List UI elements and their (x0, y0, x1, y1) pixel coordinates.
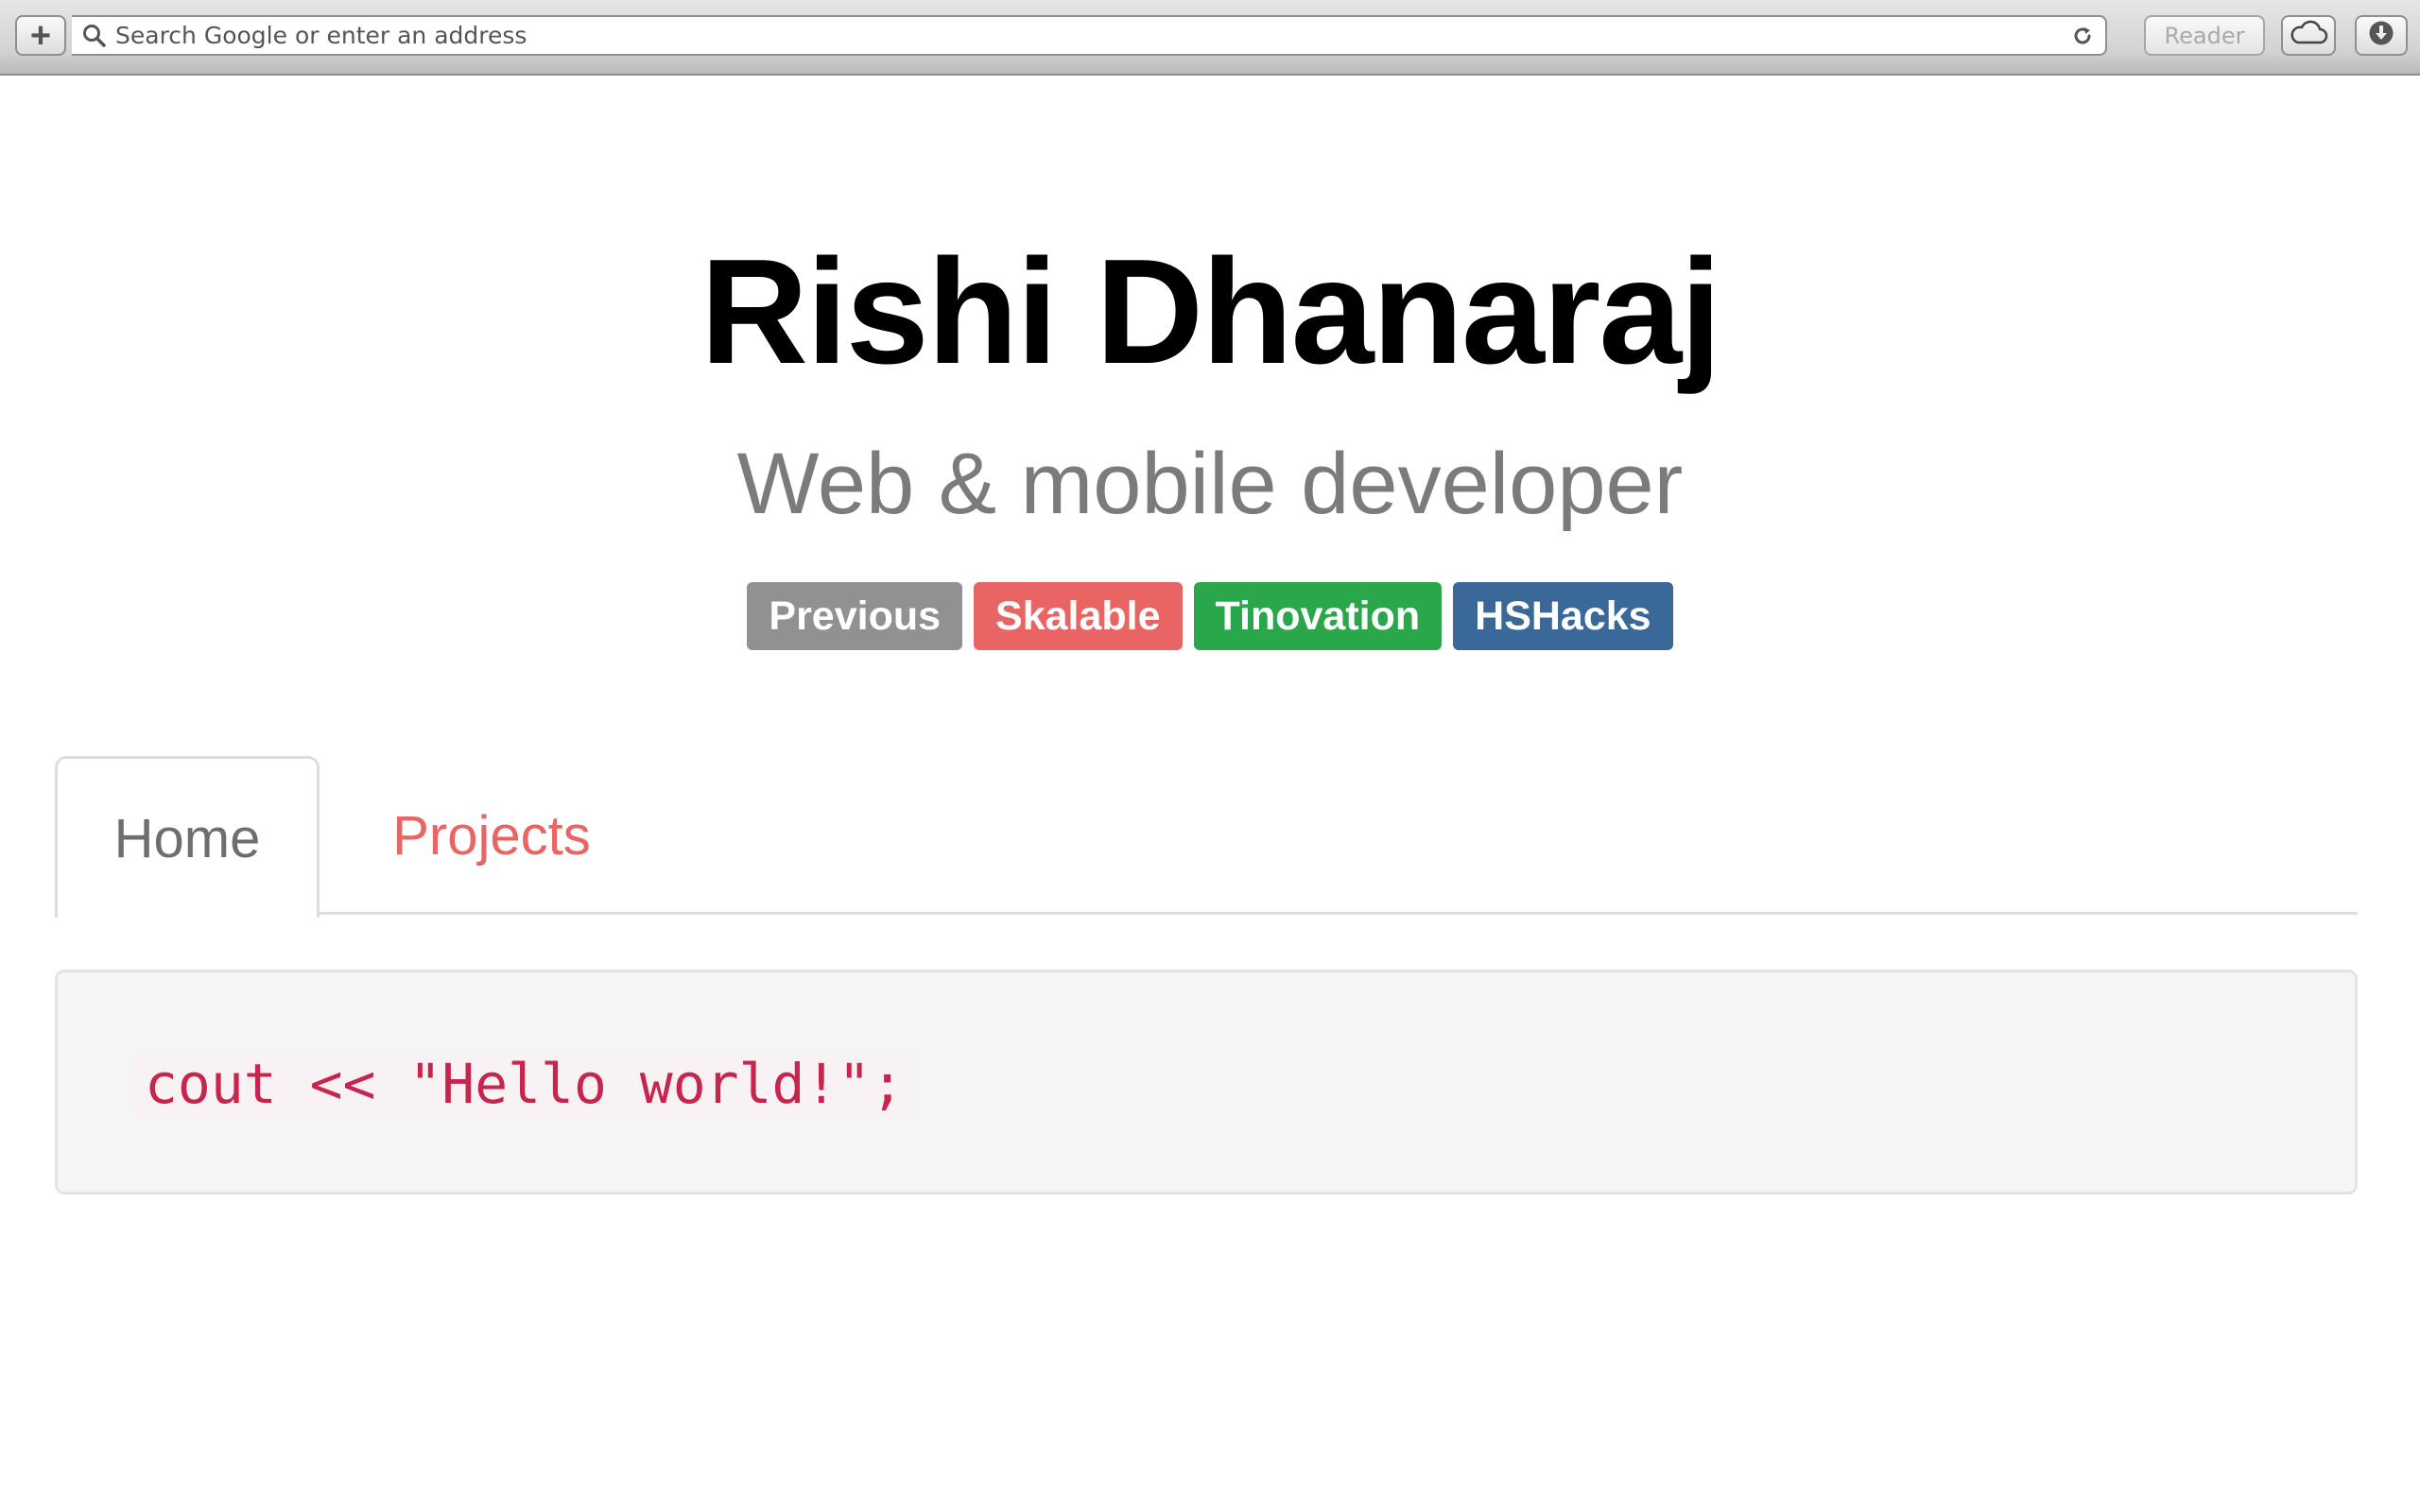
reader-button[interactable]: Reader (2144, 15, 2265, 56)
icloud-tabs-button[interactable] (2281, 15, 2336, 56)
code-snippet: cout << "Hello world!"; (133, 1050, 916, 1118)
code-well: cout << "Hello world!"; (55, 970, 2358, 1194)
tab-bar: Home Projects (55, 756, 2358, 918)
search-icon (81, 23, 108, 49)
tab-home[interactable]: Home (55, 756, 320, 918)
downloads-button[interactable] (2355, 15, 2408, 56)
page-subtitle: Web & mobile developer (736, 436, 1684, 532)
address-bar[interactable] (72, 15, 2107, 56)
reload-icon[interactable] (2066, 19, 2100, 53)
new-tab-button[interactable]: + (15, 15, 66, 56)
badge-list: Previous Skalable Tinovation HSHacks (0, 582, 2420, 650)
page-title: Rishi Dhanaraj (700, 229, 1721, 395)
badge-hshacks[interactable]: HSHacks (1453, 582, 1673, 650)
download-icon (2367, 19, 2395, 52)
badge-previous[interactable]: Previous (747, 582, 963, 650)
icloud-icon (2289, 20, 2328, 51)
badge-tinovation[interactable]: Tinovation (1193, 582, 1443, 650)
badge-skalable[interactable]: Skalable (974, 582, 1183, 650)
tab-projects[interactable]: Projects (369, 756, 614, 915)
browser-toolbar: + Reader (0, 0, 2420, 76)
address-input[interactable] (115, 18, 2066, 53)
plus-icon: + (29, 15, 52, 56)
